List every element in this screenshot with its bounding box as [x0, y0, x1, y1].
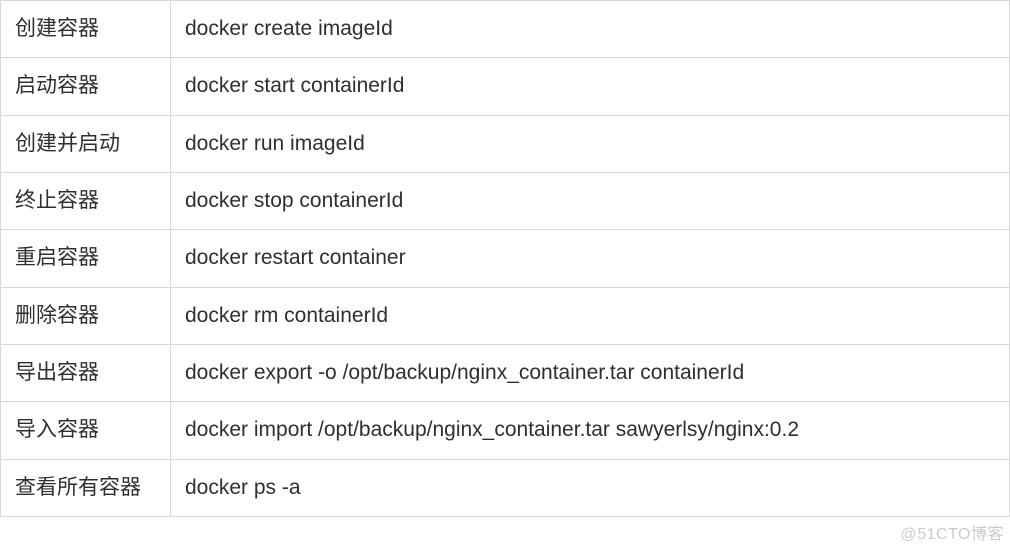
- row-command: docker run imageId: [171, 115, 1010, 172]
- row-command: docker export -o /opt/backup/nginx_conta…: [171, 345, 1010, 402]
- table-row: 导出容器 docker export -o /opt/backup/nginx_…: [1, 345, 1010, 402]
- row-label: 导入容器: [1, 402, 171, 459]
- table-row: 查看所有容器 docker ps -a: [1, 459, 1010, 516]
- row-command: docker stop containerId: [171, 173, 1010, 230]
- docker-commands-table: 创建容器 docker create imageId 启动容器 docker s…: [0, 0, 1010, 517]
- table-row: 导入容器 docker import /opt/backup/nginx_con…: [1, 402, 1010, 459]
- row-label: 创建容器: [1, 1, 171, 58]
- table-row: 重启容器 docker restart container: [1, 230, 1010, 287]
- row-command: docker rm containerId: [171, 287, 1010, 344]
- row-label: 启动容器: [1, 58, 171, 115]
- table-row: 创建容器 docker create imageId: [1, 1, 1010, 58]
- row-label: 删除容器: [1, 287, 171, 344]
- watermark: @51CTO博客: [900, 520, 1004, 544]
- table-row: 创建并启动 docker run imageId: [1, 115, 1010, 172]
- row-label: 重启容器: [1, 230, 171, 287]
- row-label: 查看所有容器: [1, 459, 171, 516]
- row-command: docker import /opt/backup/nginx_containe…: [171, 402, 1010, 459]
- row-command: docker create imageId: [171, 1, 1010, 58]
- row-label: 终止容器: [1, 173, 171, 230]
- table-row: 启动容器 docker start containerId: [1, 58, 1010, 115]
- row-label: 创建并启动: [1, 115, 171, 172]
- row-command: docker start containerId: [171, 58, 1010, 115]
- table-row: 终止容器 docker stop containerId: [1, 173, 1010, 230]
- row-label: 导出容器: [1, 345, 171, 402]
- row-command: docker restart container: [171, 230, 1010, 287]
- row-command: docker ps -a: [171, 459, 1010, 516]
- table-row: 删除容器 docker rm containerId: [1, 287, 1010, 344]
